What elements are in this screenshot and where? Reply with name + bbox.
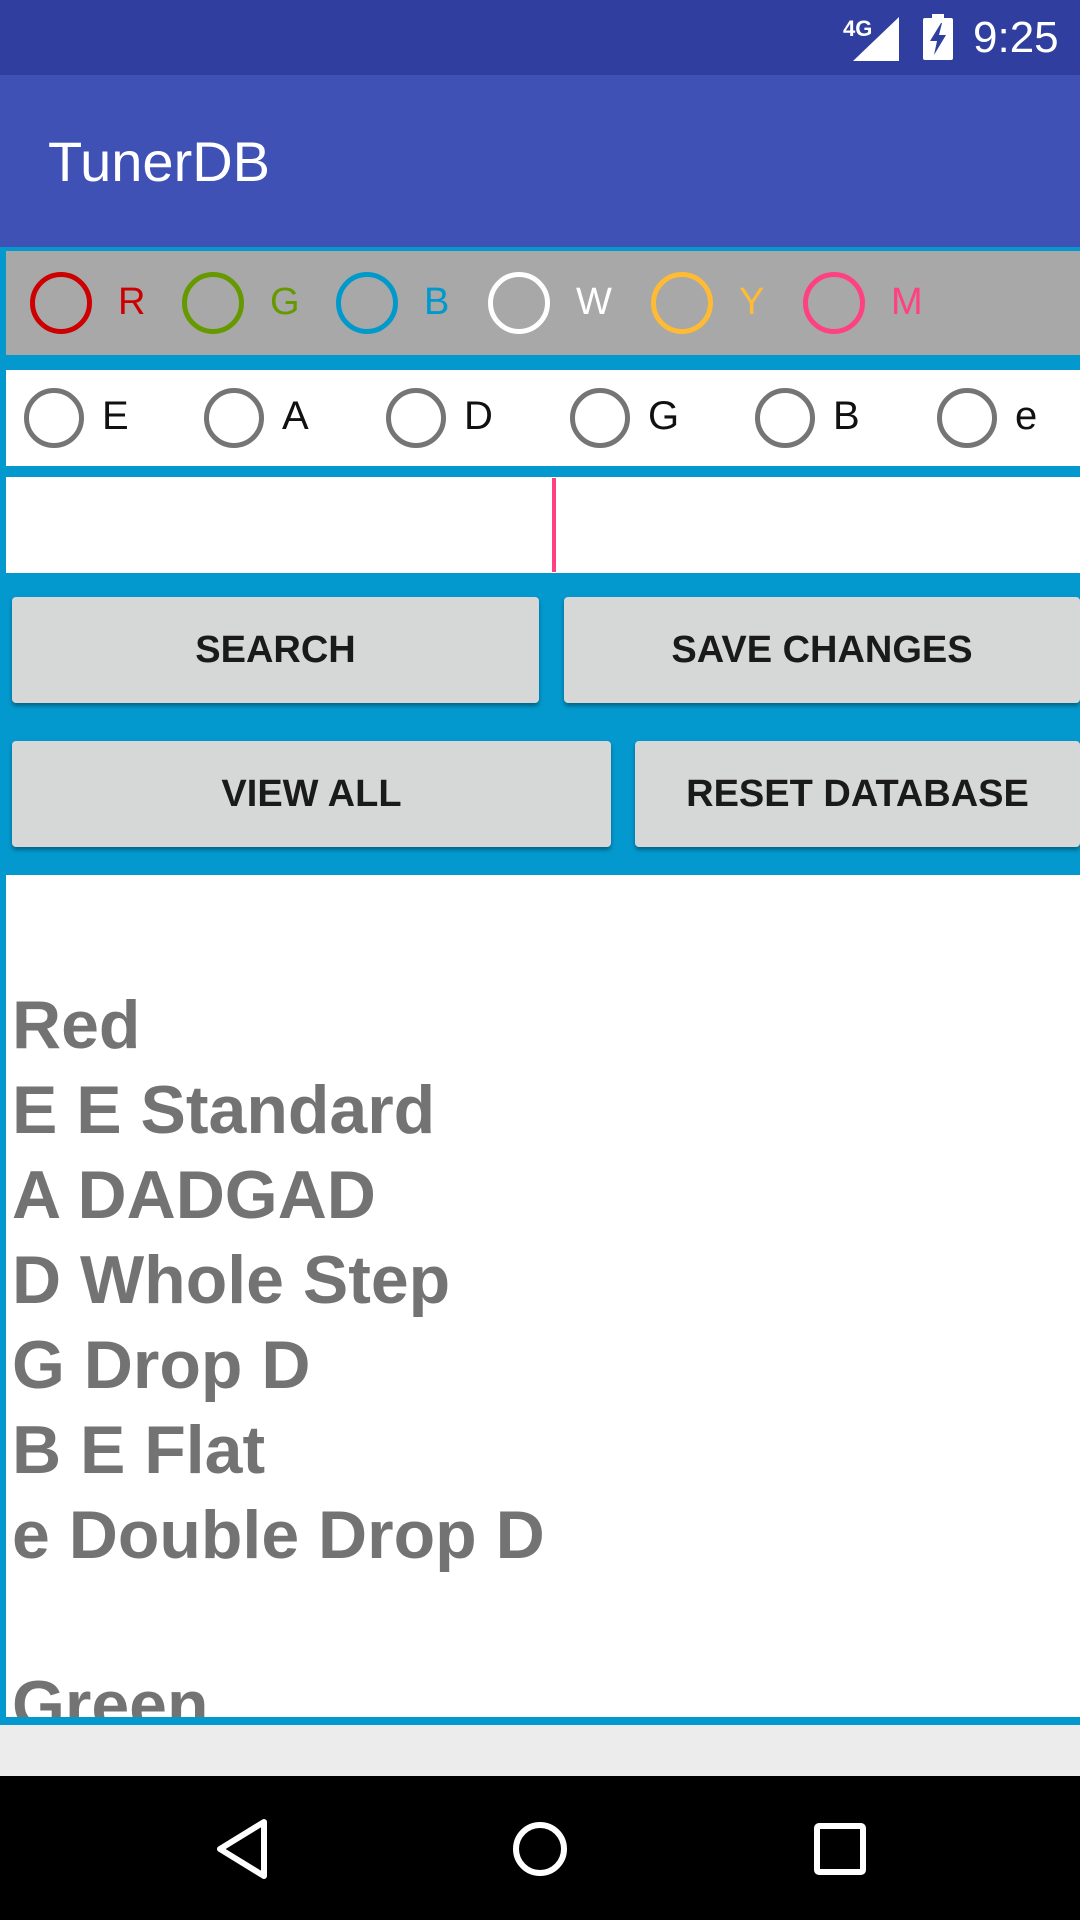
color-radio-r[interactable] (30, 272, 92, 334)
search-button[interactable]: SEARCH (12, 597, 539, 703)
status-bar: 4G 9:25 (0, 0, 1080, 75)
save-changes-button[interactable]: SAVE CHANGES (564, 597, 1080, 703)
color-label-b: B (424, 281, 450, 323)
results-text: Red E E Standard A DADGAD D Whole Step G… (12, 987, 545, 1717)
color-label-r: R (118, 281, 146, 323)
battery-charging-icon (923, 14, 953, 60)
view-all-button[interactable]: VIEW ALL (12, 741, 611, 847)
color-label-m: M (891, 281, 923, 323)
string-label-b: B (833, 394, 860, 438)
string-radio-a[interactable] (204, 388, 264, 448)
color-label-g: G (270, 281, 300, 323)
string-radio-e-high[interactable] (937, 388, 997, 448)
color-label-y: Y (739, 281, 765, 323)
clock: 9:25 (973, 13, 1059, 62)
tuning-name-input[interactable] (6, 477, 1080, 573)
back-icon[interactable] (212, 1814, 272, 1884)
color-radio-b[interactable] (336, 272, 398, 334)
home-icon[interactable] (508, 1814, 572, 1884)
recents-icon[interactable] (812, 1814, 868, 1884)
navigation-bar (0, 1776, 1080, 1920)
string-label-a: A (282, 394, 309, 438)
color-label-w: W (576, 281, 612, 323)
string-radio-g[interactable] (570, 388, 630, 448)
string-label-g: G (648, 394, 680, 438)
string-label-e-low: E (102, 394, 129, 438)
string-radio-d[interactable] (386, 388, 446, 448)
color-radio-g[interactable] (182, 272, 244, 334)
app-title: TunerDB (48, 130, 271, 193)
content-area: R G B W Y M E A D G B e SEARCH SAVE CHAN… (0, 247, 1080, 1725)
reset-database-button[interactable]: RESET DATABASE (635, 741, 1080, 847)
color-radio-m[interactable] (803, 272, 865, 334)
results-panel[interactable]: Red E E Standard A DADGAD D Whole Step G… (6, 875, 1080, 1717)
app-bar: TunerDB (0, 75, 1080, 247)
signal-icon (853, 17, 899, 61)
string-radio-e-low[interactable] (24, 388, 84, 448)
color-radio-y[interactable] (651, 272, 713, 334)
string-radio-b[interactable] (755, 388, 815, 448)
string-radio-group: E A D G B e (6, 370, 1080, 466)
color-radio-w[interactable] (488, 272, 550, 334)
color-radio-group: R G B W Y M (6, 251, 1080, 355)
text-cursor (552, 478, 556, 572)
screen: 4G 9:25 TunerDB R G B W Y M E A D G B e … (0, 0, 1080, 1920)
string-label-e-high: e (1015, 394, 1038, 438)
string-label-d: D (464, 394, 493, 438)
